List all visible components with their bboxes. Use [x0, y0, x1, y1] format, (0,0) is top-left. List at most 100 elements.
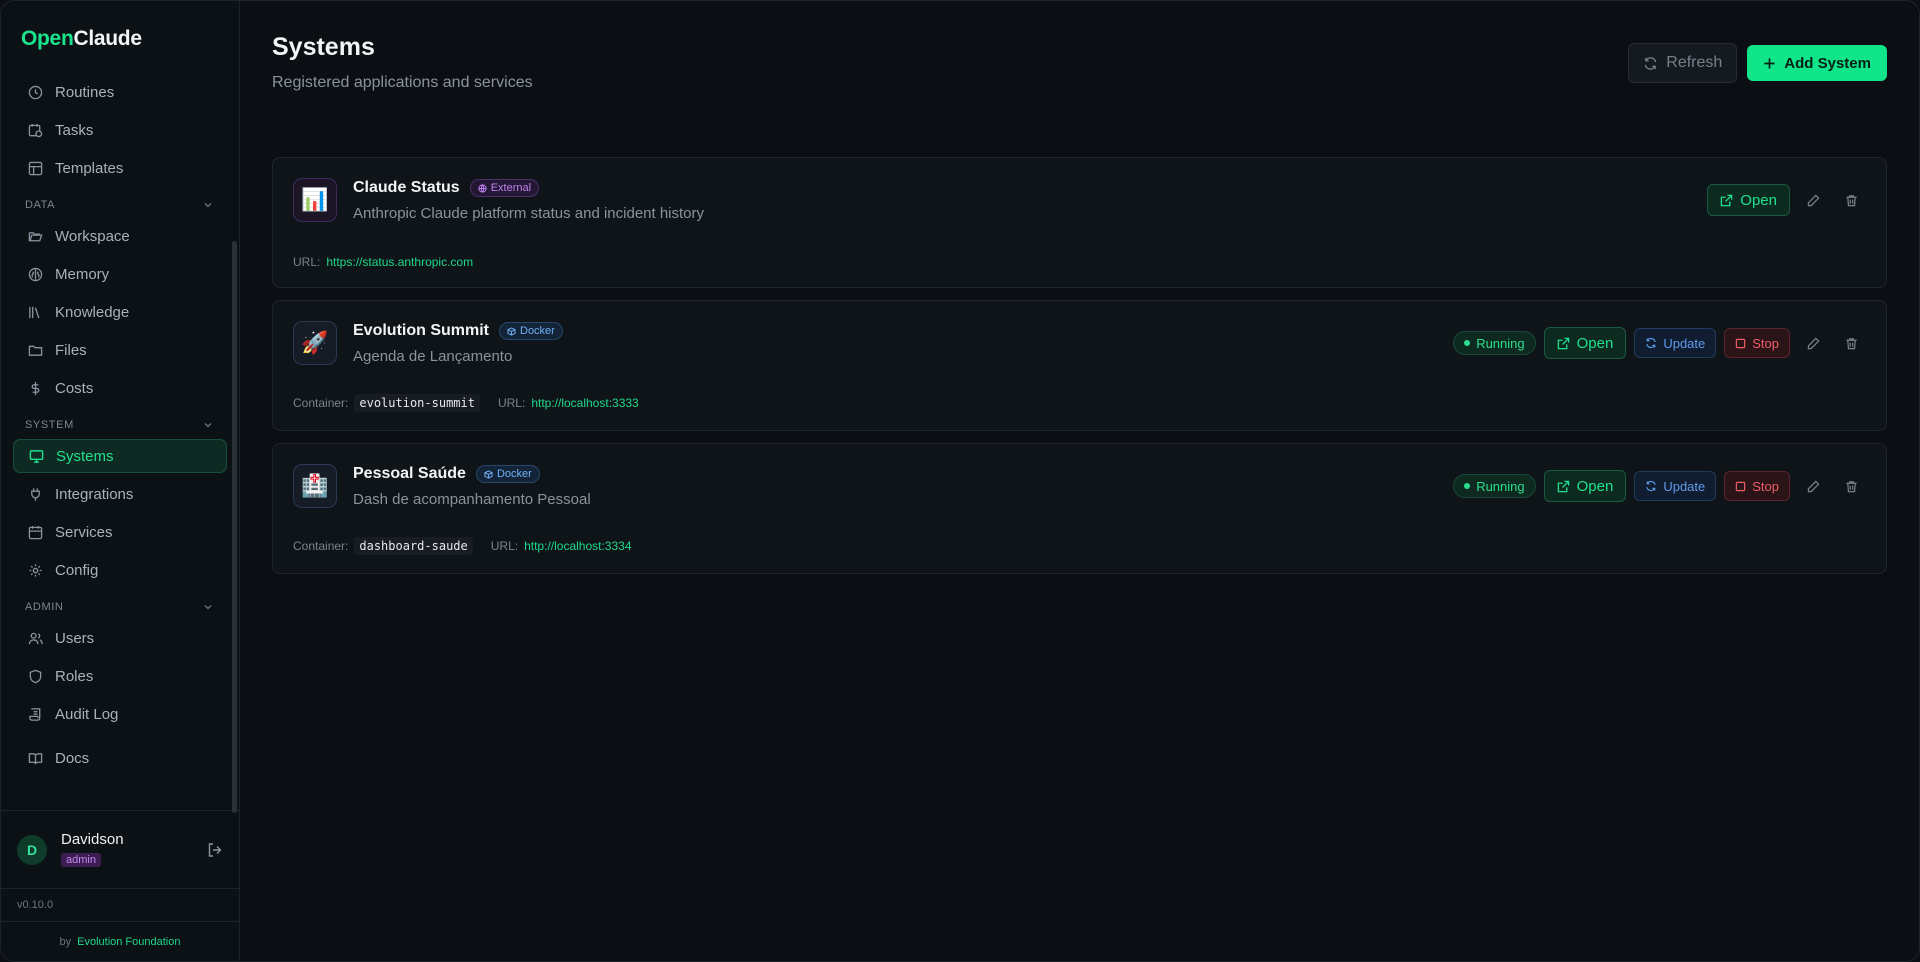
system-meta: Container: dashboard-saude URL: http://l… [293, 537, 632, 555]
open-label: Open [1740, 191, 1777, 209]
book-open-icon [27, 750, 43, 766]
logout-icon[interactable] [207, 842, 223, 858]
edit-icon[interactable] [1798, 185, 1828, 215]
sidebar-item-costs[interactable]: Costs [13, 371, 227, 405]
sidebar-item-config[interactable]: Config [13, 553, 227, 587]
edit-icon[interactable] [1798, 328, 1828, 358]
stop-label: Stop [1752, 478, 1779, 494]
refresh-label: Refresh [1666, 54, 1723, 71]
open-label: Open [1576, 334, 1614, 352]
gear-icon [27, 562, 43, 578]
user-info: Davidson admin [61, 831, 207, 868]
rocket-icon: 🚀 [293, 321, 337, 365]
external-link-icon [1557, 337, 1569, 349]
open-button[interactable]: Open [1707, 184, 1790, 216]
external-badge: External [469, 179, 540, 197]
trash-icon[interactable] [1836, 185, 1866, 215]
status-badge: Running [1453, 474, 1536, 498]
stop-icon [1736, 481, 1746, 491]
sidebar-item-services[interactable]: Services [13, 515, 227, 549]
open-button[interactable]: Open [1543, 327, 1627, 359]
sidebar-item-knowledge[interactable]: Knowledge [13, 295, 227, 329]
system-actions: Running Open Update Stop [1453, 470, 1866, 502]
brand-open: Open [21, 27, 74, 50]
sidebar-item-roles[interactable]: Roles [13, 659, 227, 693]
sidebar-item-users[interactable]: Users [13, 621, 227, 655]
system-title: Pessoal Saúde [353, 465, 466, 482]
container-name: dashboard-saude [354, 537, 473, 555]
system-url-link[interactable]: http://localhost:3334 [524, 539, 631, 553]
system-card: 📊 Claude Status External Anthropic Claud… [272, 157, 1887, 288]
scroll-icon [27, 706, 43, 722]
sidebar-item-files[interactable]: Files [13, 333, 227, 367]
avatar[interactable]: D [17, 834, 47, 865]
open-button[interactable]: Open [1543, 470, 1627, 502]
sidebar-item-label: Roles [55, 667, 94, 685]
refresh-icon [1646, 337, 1657, 349]
monitor-icon [28, 448, 44, 464]
status-dot [1464, 483, 1471, 489]
update-button[interactable]: Update [1634, 471, 1717, 501]
sidebar-item-systems[interactable]: Systems [13, 439, 227, 473]
sidebar-item-workspace[interactable]: Workspace [13, 219, 227, 253]
version-label: v0.10.0 [1, 888, 239, 921]
trash-icon[interactable] [1836, 471, 1866, 501]
stop-label: Stop [1752, 335, 1779, 351]
sidebar-scrollbar[interactable] [232, 241, 237, 813]
docker-badge: Docker [499, 322, 563, 340]
shield-icon [27, 668, 43, 684]
folder-icon [27, 342, 43, 358]
system-description: Agenda de Lançamento [353, 348, 513, 365]
system-url-link[interactable]: https://status.anthropic.com [326, 255, 473, 269]
system-description: Dash de acompanhamento Pessoal [353, 491, 591, 508]
external-link-icon [1721, 194, 1733, 206]
chevron-down-icon [203, 602, 213, 612]
add-system-button[interactable]: Add System [1747, 45, 1887, 81]
foundation-link[interactable]: Evolution Foundation [77, 936, 180, 948]
system-actions: Running Open Update Stop [1453, 327, 1866, 359]
sidebar-item-label: Files [55, 341, 87, 359]
sidebar-item-label: Memory [55, 265, 110, 283]
trash-icon[interactable] [1836, 328, 1866, 358]
edit-icon[interactable] [1798, 471, 1828, 501]
system-meta: Container: evolution-summit URL: http://… [293, 394, 639, 412]
box-icon [484, 469, 493, 479]
section-admin[interactable]: ADMIN [13, 593, 227, 621]
system-title: Evolution Summit [353, 322, 489, 339]
sidebar-item-routines[interactable]: Routines [13, 75, 227, 109]
chevron-down-icon [203, 420, 213, 430]
system-description: Anthropic Claude platform status and inc… [353, 205, 705, 222]
add-system-label: Add System [1784, 54, 1871, 72]
clock-icon [27, 84, 43, 100]
hospital-icon: 🏥 [293, 464, 337, 508]
dollar-icon [27, 380, 43, 396]
sidebar-item-label: Users [55, 629, 95, 647]
sidebar-item-label: Integrations [55, 485, 134, 503]
sidebar-item-integrations[interactable]: Integrations [13, 477, 227, 511]
sidebar-item-templates[interactable]: Templates [13, 151, 227, 185]
brand-logo[interactable]: OpenClaude [1, 1, 239, 69]
sidebar-item-label: Tasks [55, 121, 94, 139]
url-label: URL: [293, 255, 321, 269]
stop-button[interactable]: Stop [1724, 328, 1790, 358]
sidebar-item-audit-log[interactable]: Audit Log [13, 697, 227, 731]
update-button[interactable]: Update [1634, 328, 1717, 358]
sidebar: OpenClaude Routines Tasks Templates DATA [1, 1, 240, 961]
section-data[interactable]: DATA [13, 191, 227, 219]
sidebar-item-docs[interactable]: Docs [13, 741, 227, 775]
sidebar-item-label: Routines [55, 83, 115, 101]
system-actions: Open [1707, 184, 1866, 216]
stop-icon [1736, 338, 1746, 348]
app-window: OpenClaude Routines Tasks Templates DATA [0, 0, 1920, 962]
calendar-clock-icon [27, 122, 43, 138]
chevron-down-icon [203, 200, 213, 210]
stop-button[interactable]: Stop [1724, 471, 1790, 501]
sidebar-item-tasks[interactable]: Tasks [13, 113, 227, 147]
system-card: 🏥 Pessoal Saúde Docker Dash de acompanha… [272, 443, 1887, 574]
refresh-button[interactable]: Refresh [1628, 43, 1738, 83]
sidebar-item-label: Config [55, 561, 99, 579]
section-system[interactable]: SYSTEM [13, 411, 227, 439]
sidebar-nav: Routines Tasks Templates DATA Workspace … [1, 69, 239, 810]
system-url-link[interactable]: http://localhost:3333 [531, 396, 638, 410]
sidebar-item-memory[interactable]: Memory [13, 257, 227, 291]
